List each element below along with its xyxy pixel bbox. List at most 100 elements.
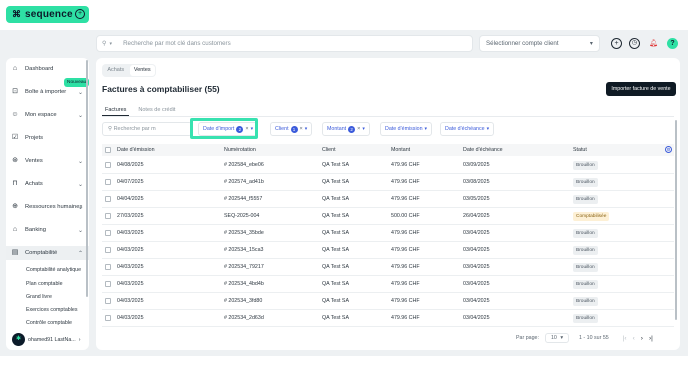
chevron-down-icon: ▾ [589, 40, 593, 47]
row-checkbox[interactable] [105, 230, 111, 236]
sidebar-item-dashboard[interactable]: ⌂ Dashboard [6, 62, 89, 76]
first-page-icon[interactable]: |‹ [623, 335, 627, 342]
table-row[interactable]: 04/04/2025 # 202544_f5557 QA Test SA 479… [102, 191, 674, 208]
sidebar-subitem-grand-livre[interactable]: Grand livre [26, 294, 52, 300]
sidebar-item-achats[interactable]: ⊓ Achats ⌄ [6, 177, 89, 191]
sidebar-scrollbar[interactable] [86, 60, 88, 297]
row-checkbox[interactable] [105, 264, 111, 270]
clock-icon[interactable]: ◷ [629, 38, 640, 49]
cell-montant: 479.96 CHF [391, 179, 420, 185]
filter-count-badge: 1 [290, 125, 298, 133]
cell-client: QA Test SA [322, 298, 349, 304]
account-select[interactable]: Sélectionner compte client ▾ [479, 35, 600, 52]
gear-icon[interactable]: ⚙ [665, 146, 672, 153]
filter-search-placeholder: Recherche par m [113, 126, 156, 132]
row-checkbox[interactable] [105, 162, 111, 168]
bell-icon[interactable]: 🔔︎ [648, 38, 659, 49]
sidebar-item-label: Comptabilité [25, 250, 58, 256]
user-profile[interactable]: ✱ ohamed91 LastNa... › [12, 333, 80, 346]
sidebar-item-ventes[interactable]: ⊛ Ventes ⌄ [6, 154, 89, 168]
filter-search-input[interactable]: ⚲ Recherche par m [102, 122, 192, 136]
brand-logo[interactable]: ⌘ sequence + [6, 6, 89, 23]
filter-montant[interactable]: Montant 2 × ▾ [322, 122, 370, 136]
cell-date-emission: 04/03/2025 [117, 281, 144, 287]
tab-notes-de-credit[interactable]: Notes de crédit [135, 105, 178, 116]
filter-label: Montant [327, 126, 347, 132]
table-row[interactable]: 04/03/2025 # 202534_15ca3 QA Test SA 479… [102, 242, 674, 259]
close-icon[interactable]: × [357, 126, 360, 132]
cell-numerotation: # 202534_15ca3 [224, 247, 264, 253]
plus-icon[interactable]: + [75, 9, 85, 19]
column-header[interactable]: Client [322, 144, 336, 156]
sidebar-item-mon-espace[interactable]: ☺ Mon espace ⌄ [6, 108, 89, 122]
sidebar-item-projets[interactable]: ☑ Projets [6, 131, 89, 145]
column-header[interactable]: Montant [391, 144, 410, 156]
table-row[interactable]: 04/07/2025 # 202574_ad41b QA Test SA 479… [102, 174, 674, 191]
global-search-input[interactable]: ⚲ ▾ Recherche par mot clé dans customers [96, 35, 473, 52]
row-checkbox[interactable] [105, 247, 111, 253]
sidebar-item-label: Ressources humaines [25, 204, 83, 210]
sidebar-subitem-comptabilite-analytique[interactable]: Comptabilité analytique [26, 267, 81, 273]
sidebar-item-comptabilite[interactable]: ▤ Comptabilité ⌃ [6, 246, 89, 260]
row-checkbox[interactable] [105, 213, 111, 219]
chevron-down-icon: ⌄ [77, 158, 83, 165]
column-header[interactable]: Date d'échéance [463, 144, 503, 156]
import-sales-invoice-button[interactable]: Importer facture de vente [606, 82, 676, 96]
tabs-divider [102, 116, 674, 117]
table-row[interactable]: 04/03/2025 # 202534_4bd4b QA Test SA 479… [102, 276, 674, 293]
row-checkbox[interactable] [105, 196, 111, 202]
tab-factures[interactable]: Factures [102, 105, 130, 116]
next-page-icon[interactable]: › [641, 335, 643, 342]
column-header[interactable]: Date d'émission [117, 144, 155, 156]
sidebar-item-ressources-humaines[interactable]: ⊕ Ressources humaines ⌄ [6, 200, 89, 214]
filter-count-badge: 2 [348, 125, 356, 133]
ledger-icon: ▤ [11, 249, 19, 256]
page-title: Factures à comptabiliser (55) [102, 84, 220, 94]
segment-achats[interactable]: Achats [103, 65, 129, 76]
home-icon: ⌂ [12, 65, 18, 72]
column-header[interactable]: Statut [573, 144, 587, 156]
sidebar-item-label: Dashboard [25, 66, 54, 72]
row-checkbox[interactable] [105, 298, 111, 304]
filter-date-emission[interactable]: Date d'émission ▾ [380, 122, 433, 136]
prev-page-icon[interactable]: ‹ [633, 335, 635, 342]
sidebar-subitem-controle-comptable[interactable]: Contrôle comptable [26, 320, 72, 326]
segment-ventes[interactable]: Ventes [129, 65, 155, 76]
sidebar-subitem-exercices-comptables[interactable]: Exercices comptables [26, 307, 78, 313]
chevron-down-icon: ⌄ [77, 89, 83, 96]
sidebar-item-boite-a-importer[interactable]: ⊡ Boîte à importer ⌄ [6, 85, 89, 99]
row-checkbox[interactable] [105, 179, 111, 185]
table-row[interactable]: 04/03/2025 # 202534_2d63d QA Test SA 479… [102, 310, 674, 327]
cell-date-echeance: 03/04/2025 [463, 230, 490, 236]
user-icon: ☺ [11, 111, 19, 118]
cell-date-echeance: 03/04/2025 [463, 315, 490, 321]
table-row[interactable]: 04/08/2025 # 202584_ebe06 QA Test SA 479… [102, 157, 674, 174]
table-row[interactable]: 04/03/2025 # 202534_79217 QA Test SA 479… [102, 259, 674, 276]
invoice-tabs: Factures Notes de crédit [102, 105, 178, 116]
close-icon[interactable]: × [300, 126, 303, 132]
cell-client: QA Test SA [322, 315, 349, 321]
plus-circle-icon[interactable]: + [611, 38, 622, 49]
select-all-checkbox[interactable] [105, 147, 111, 153]
table-row[interactable]: 27/03/2025 SEQ-2025-004 QA Test SA 500.0… [102, 208, 674, 225]
table-row[interactable]: 04/03/2025 # 202534_35bde QA Test SA 479… [102, 225, 674, 242]
filter-date-echeance[interactable]: Date d'échéance ▾ [440, 122, 495, 136]
sidebar-item-banking[interactable]: ⌂ Banking ⌄ [6, 223, 89, 237]
sidebar-subitem-plan-comptable[interactable]: Plan comptable [26, 281, 63, 287]
filter-client[interactable]: Client 1 × ▾ [270, 122, 313, 136]
cell-client: QA Test SA [322, 247, 349, 253]
per-page-select[interactable]: 10 ▾ [544, 333, 569, 343]
row-checkbox[interactable] [105, 281, 111, 287]
cell-numerotation: # 202544_f5557 [224, 196, 263, 202]
last-page-icon[interactable]: ›| [649, 335, 653, 342]
user-name: ohamed91 LastNa... [28, 336, 76, 343]
column-header[interactable]: Numérotation [224, 144, 256, 156]
row-checkbox[interactable] [105, 315, 111, 321]
help-icon[interactable]: ? [667, 38, 678, 49]
table-header: Date d'émission Numérotation Client Mont… [102, 144, 674, 156]
table-row[interactable]: 04/03/2025 # 202534_3fd80 QA Test SA 479… [102, 293, 674, 310]
cell-date-emission: 04/03/2025 [117, 264, 144, 270]
table-scrollbar[interactable] [675, 120, 677, 320]
avatar: ✱ [12, 333, 25, 346]
cell-montant: 479.96 CHF [391, 298, 420, 304]
